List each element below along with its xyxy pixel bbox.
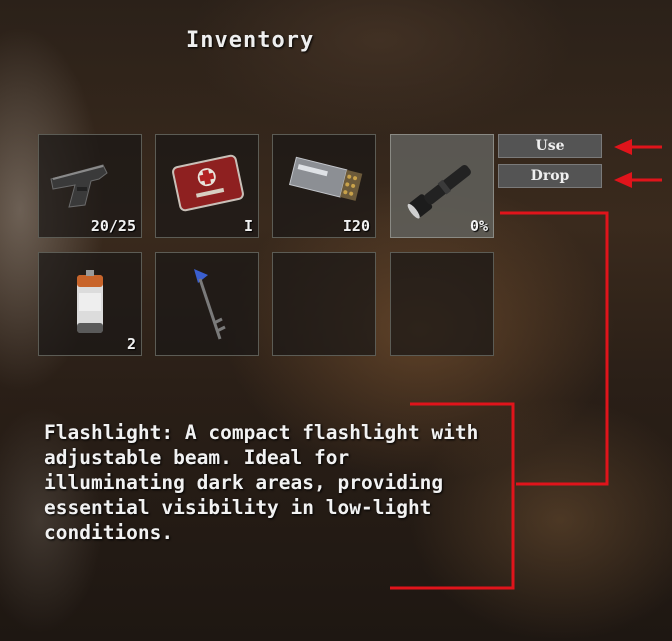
arrow-icon: [614, 139, 632, 155]
arrow-icon: [614, 172, 632, 188]
item-description: Flashlight: A compact flashlight with ad…: [44, 421, 479, 544]
